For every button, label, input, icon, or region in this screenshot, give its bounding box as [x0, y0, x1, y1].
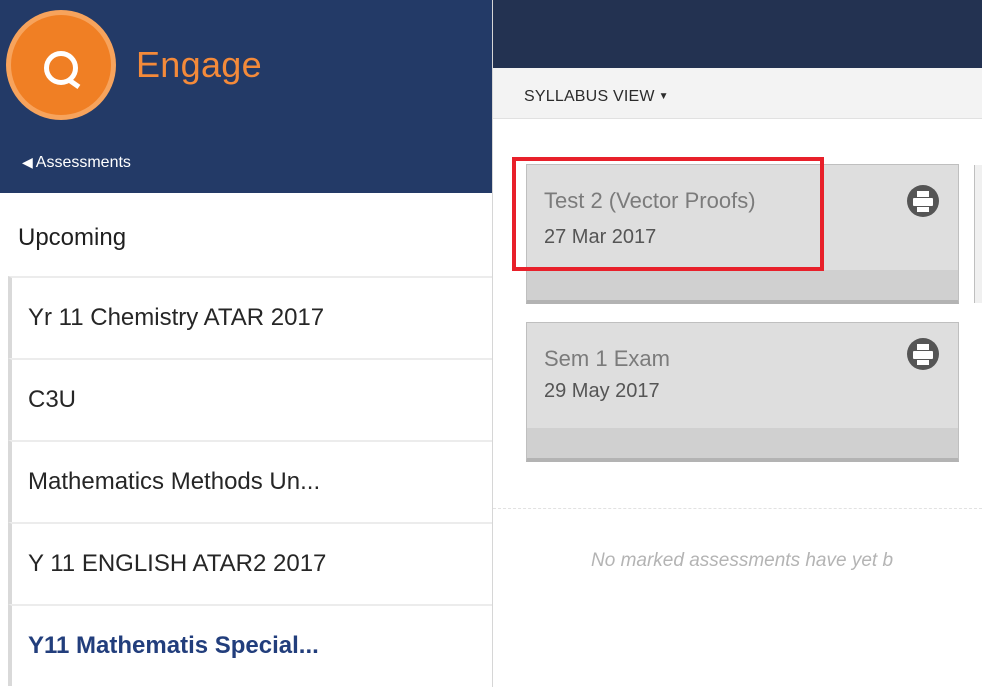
next-card-edge[interactable]	[974, 165, 982, 303]
course-item[interactable]: Yr 11 Chemistry ATAR 2017	[8, 276, 492, 358]
sidebar: Engage ◀ Assessments Upcoming Yr 11 Chemi…	[0, 0, 493, 687]
card-footer	[527, 428, 958, 458]
course-label: Mathematics Methods Un...	[28, 468, 321, 495]
syllabus-view-dropdown[interactable]: SYLLABUS VIEW ▼	[524, 88, 669, 106]
section-heading-upcoming: Upcoming	[18, 224, 127, 251]
empty-state-message: No marked assessments have yet b	[591, 550, 894, 571]
course-label: C3U	[28, 386, 77, 413]
triangle-left-icon: ◀	[22, 154, 33, 170]
top-bar	[493, 0, 982, 68]
app-window: Engage ◀ Assessments Upcoming Yr 11 Chemi…	[0, 0, 982, 687]
sidebar-header: Engage ◀ Assessments	[0, 0, 492, 193]
print-icon-tray	[917, 360, 929, 365]
brand-name: Engage	[136, 44, 262, 85]
course-item-active[interactable]: Y11 Mathematis Special...	[8, 604, 492, 686]
course-list: Yr 11 Chemistry ATAR 2017 C3U Mathematic…	[8, 276, 492, 686]
assessment-card[interactable]: Test 2 (Vector Proofs) 27 Mar 2017	[526, 164, 959, 304]
q-logo-icon[interactable]	[6, 10, 116, 120]
toolbar: SYLLABUS VIEW ▼	[493, 68, 982, 119]
assessment-title: Sem 1 Exam	[544, 346, 670, 371]
print-icon-body	[913, 351, 933, 359]
logo-q-mark	[44, 51, 78, 85]
card-footer	[527, 270, 958, 300]
print-icon[interactable]	[907, 185, 939, 217]
course-item[interactable]: Mathematics Methods Un...	[8, 440, 492, 522]
assessment-date: 29 May 2017	[544, 380, 660, 402]
assessment-date: 27 Mar 2017	[544, 226, 657, 248]
assessment-card[interactable]: Sem 1 Exam 29 May 2017	[526, 322, 959, 462]
print-icon-body	[913, 198, 933, 206]
section-divider	[493, 508, 982, 509]
print-icon-paper	[917, 191, 929, 197]
course-item[interactable]: C3U	[8, 358, 492, 440]
print-icon[interactable]	[907, 338, 939, 370]
course-label: Y11 Mathematis Special...	[28, 632, 319, 659]
caret-down-icon: ▼	[658, 91, 669, 102]
back-link-label: Assessments	[35, 154, 131, 171]
course-label: Y 11 ENGLISH ATAR2 2017	[28, 550, 327, 577]
view-dropdown-label: SYLLABUS VIEW	[524, 88, 655, 105]
course-item[interactable]: Y 11 ENGLISH ATAR2 2017	[8, 522, 492, 604]
logo-disc	[11, 15, 111, 115]
print-icon-tray	[917, 207, 929, 212]
back-to-assessments-link[interactable]: ◀ Assessments	[22, 154, 131, 172]
print-icon-paper	[917, 344, 929, 350]
course-label: Yr 11 Chemistry ATAR 2017	[28, 304, 325, 331]
assessment-title: Test 2 (Vector Proofs)	[544, 188, 756, 213]
